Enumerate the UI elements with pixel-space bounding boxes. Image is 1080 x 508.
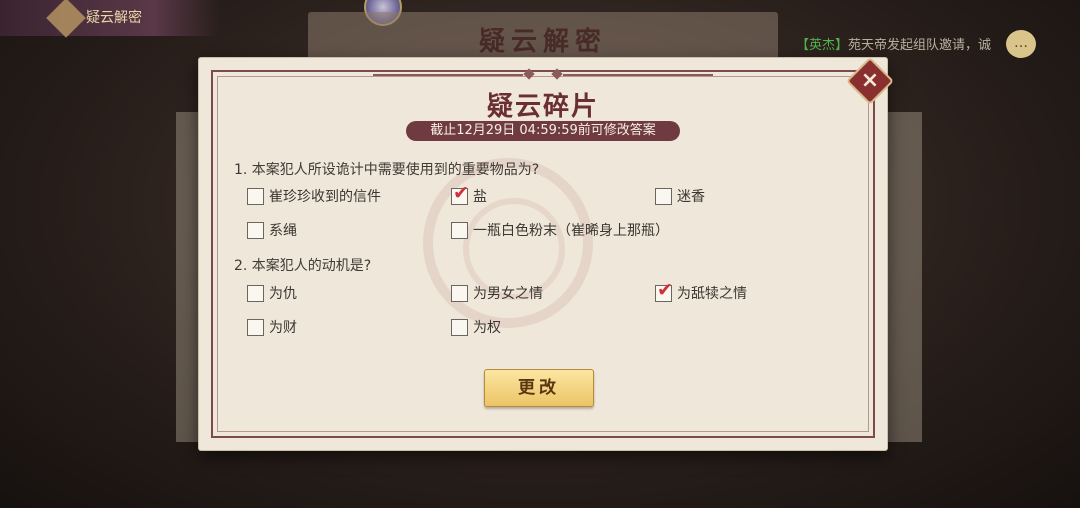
question-1: 1. 本案犯人所设诡计中需要使用到的重要物品为? xyxy=(234,162,540,178)
title-ornament-left xyxy=(373,68,535,80)
title-ornament-right xyxy=(551,68,713,80)
q2-option-power[interactable]: 为权 xyxy=(451,317,501,337)
q2-option-romance[interactable]: 为男女之情 xyxy=(451,283,543,303)
checkbox[interactable] xyxy=(451,284,468,302)
checkbox[interactable] xyxy=(655,187,672,205)
chat-ticker[interactable]: 【英杰】苑天帝发起组队邀请，诚 xyxy=(796,34,991,53)
checkbox[interactable]: ✔ xyxy=(451,183,469,205)
chat-channel-tag: 【英杰】 xyxy=(796,38,849,53)
event-banner-title: 疑云解密 xyxy=(86,10,142,26)
checkbox[interactable] xyxy=(247,284,264,302)
clue-fragment-dialog: × 疑云碎片 截止12月29日 04:59:59前可修改答案 1. 本案犯人所设… xyxy=(199,56,895,450)
q1-option-letter[interactable]: 崔珍珍收到的信件 xyxy=(247,186,381,206)
option-label: 迷香 xyxy=(677,189,705,205)
background-board-title: 疑云解密 xyxy=(308,12,778,64)
check-icon: ✔ xyxy=(657,278,673,301)
check-icon: ✔ xyxy=(453,181,469,204)
q1-option-salt[interactable]: ✔ 盐 xyxy=(451,183,487,206)
checkbox[interactable] xyxy=(247,318,264,336)
option-label: 为权 xyxy=(473,320,501,336)
checkbox[interactable] xyxy=(247,221,264,239)
deadline-badge: 截止12月29日 04:59:59前可修改答案 xyxy=(406,121,680,141)
option-label: 为舐犊之情 xyxy=(677,286,747,302)
option-label: 盐 xyxy=(473,189,487,205)
q2-option-money[interactable]: 为财 xyxy=(247,317,297,337)
q1-option-powder[interactable]: 一瓶白色粉末（崔晞身上那瓶） xyxy=(451,220,669,240)
question-2: 2. 本案犯人的动机是? xyxy=(234,258,372,274)
chat-message: 苑天帝发起组队邀请，诚 xyxy=(848,38,992,53)
checkbox[interactable] xyxy=(451,318,468,336)
checkbox[interactable] xyxy=(451,221,468,239)
option-label: 为仇 xyxy=(269,286,297,302)
dialog-title: 疑云碎片 xyxy=(486,92,599,122)
q1-option-rope[interactable]: 系绳 xyxy=(247,220,297,240)
option-label: 为财 xyxy=(269,320,297,336)
speech-bubble-icon[interactable]: … xyxy=(1006,30,1036,58)
banner-emblem-icon xyxy=(46,0,86,38)
q2-option-revenge[interactable]: 为仇 xyxy=(247,283,297,303)
q1-option-incense[interactable]: 迷香 xyxy=(655,186,705,206)
event-banner: 疑云解密 xyxy=(0,0,220,38)
option-label: 崔珍珍收到的信件 xyxy=(269,189,381,205)
option-label: 一瓶白色粉末（崔晞身上那瓶） xyxy=(473,223,669,239)
checkbox[interactable]: ✔ xyxy=(655,280,673,302)
checkbox[interactable] xyxy=(247,187,264,205)
option-label: 为男女之情 xyxy=(473,286,543,302)
option-label: 系绳 xyxy=(269,223,297,239)
q2-option-parental-love[interactable]: ✔ 为舐犊之情 xyxy=(655,280,747,303)
modify-answer-button[interactable]: 更改 xyxy=(484,369,594,407)
